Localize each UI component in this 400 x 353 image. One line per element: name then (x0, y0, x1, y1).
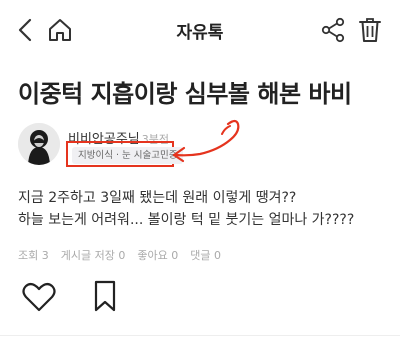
saves-count: 게시글 저장 0 (60, 249, 126, 262)
annotation-arrow (172, 119, 240, 163)
heart-icon[interactable] (22, 282, 56, 312)
comments-count: 댓글 0 (190, 249, 221, 262)
post-body-line: 지금 2주하고 3일째 됐는데 원래 이렇게 땡겨?? (18, 190, 297, 206)
post-title: 이중턱 지흡이랑 심부볼 해본 바비 (18, 80, 352, 108)
trash-icon (359, 18, 381, 42)
post-body: 지금 2주하고 3일째 됐는데 원래 이렇게 땡겨?? 하늘 보는게 어려워..… (18, 187, 354, 231)
divider (0, 335, 400, 336)
top-bar: 자유톡 (0, 0, 400, 58)
avatar[interactable] (18, 123, 60, 165)
views-count: 조회 3 (18, 249, 49, 262)
share-icon (321, 17, 345, 43)
avatar-image (18, 123, 60, 165)
post-stats: 조회 3 게시글 저장 0 좋아요 0 댓글 0 (18, 247, 221, 263)
likes-count: 좋아요 0 (137, 249, 179, 262)
author-badge: 지방이식 · 눈 시술고민중 (72, 147, 184, 164)
delete-button[interactable] (355, 14, 385, 46)
post-actions (18, 280, 138, 312)
bookmark-icon[interactable] (92, 280, 118, 312)
post-body-line: 하늘 보는게 어려워... 볼이랑 턱 밑 붓기는 얼마나 가???? (18, 212, 355, 228)
share-button[interactable] (318, 15, 348, 45)
